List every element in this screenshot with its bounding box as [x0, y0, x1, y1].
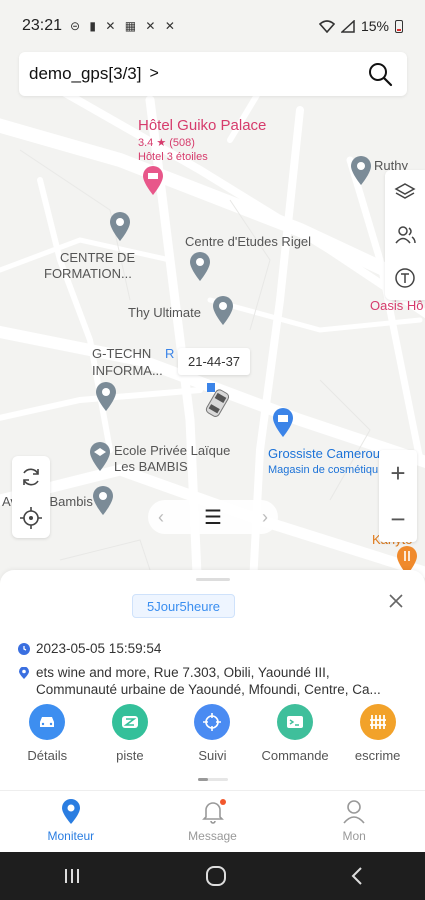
device-chevron[interactable]: > [149, 65, 158, 83]
zoom-in-button[interactable]: + [390, 460, 405, 486]
fence-icon[interactable] [359, 704, 396, 740]
search-icon[interactable] [367, 61, 393, 87]
duration-badge: 5Jour5heure [132, 594, 235, 618]
recent-apps-icon[interactable] [62, 867, 82, 885]
map-handle-bar[interactable]: ‹ ☰ › [148, 500, 278, 534]
map-label-ecole-1: Ecole Privée Laïque [114, 443, 231, 458]
map-label-centre-rigel: Centre d'Etudes Rigel [185, 234, 312, 249]
map-label-grossiste-sub: Magasin de cosmétiqu [268, 464, 379, 476]
hotel-pin-icon[interactable] [142, 166, 164, 196]
tab-monitor[interactable]: Moniteur [0, 791, 142, 852]
close-icon[interactable] [387, 592, 405, 610]
track-label[interactable]: piste [116, 748, 143, 763]
map-label-gtech-1: G-TECHN [92, 346, 152, 361]
track-action[interactable]: piste [90, 704, 170, 763]
battery-percent: 15% [360, 18, 389, 34]
notification-icons: ⊝ ▮ ✕ ▦ ✕ ✕ [70, 19, 178, 33]
traffic-button[interactable] [392, 265, 418, 291]
follow-action[interactable]: Suivi [172, 704, 252, 763]
tab-me[interactable]: Mon [283, 791, 425, 852]
device-search-bar[interactable]: demo_gps[3/3] > [19, 52, 407, 96]
command-action[interactable]: Commande [255, 704, 335, 763]
tab-message[interactable]: Message [142, 791, 284, 852]
map-label-oasis: Oasis Hô [370, 298, 424, 313]
poi-pin-icon[interactable] [95, 382, 117, 412]
map-label-centre-formation-1: CENTRE DE [60, 250, 136, 265]
fence-action[interactable]: escrime [338, 704, 418, 763]
users-button[interactable] [392, 222, 418, 248]
layers-icon [394, 182, 416, 199]
refresh-icon[interactable] [19, 465, 43, 489]
fence-label[interactable]: escrime [355, 748, 401, 763]
clock-icon [18, 643, 30, 655]
map-label-hotel-type: Hôtel 3 étoiles [138, 151, 208, 163]
location-icon [19, 667, 29, 679]
school-pin-icon[interactable] [89, 442, 111, 472]
zoom-out-button[interactable]: − [390, 506, 405, 532]
home-icon[interactable] [205, 865, 227, 887]
tab-message-label[interactable]: Message [188, 829, 237, 843]
action-bar: Détails piste Suivi Commande escrime [0, 704, 425, 763]
map-label-gtech-2: INFORMA... [92, 363, 163, 378]
chevron-right-icon[interactable]: › [262, 507, 268, 528]
status-time: 23:21 [22, 17, 63, 34]
tab-monitor-label[interactable]: Moniteur [47, 829, 94, 843]
sheet-grip[interactable] [196, 578, 230, 581]
poi-pin-icon[interactable] [109, 212, 131, 242]
car-icon[interactable] [29, 704, 66, 740]
poi-pin-icon[interactable] [92, 486, 114, 516]
map-label-ecole-2: Les BAMBIS [114, 459, 188, 474]
bottom-tab-bar: Moniteur Message Mon [0, 790, 425, 852]
users-icon [395, 226, 416, 244]
vehicle-info-sheet: 5Jour5heure 2023-05-05 15:59:54 ets wine… [0, 570, 425, 790]
map-label-centre-formation-2: FORMATION... [44, 266, 132, 281]
device-name[interactable]: demo_gps[3/3] [29, 64, 141, 84]
system-nav-bar [0, 852, 425, 900]
poi-pin-icon[interactable] [189, 252, 211, 282]
zoom-controls: + − [379, 450, 417, 542]
poi-pin-icon[interactable] [212, 296, 234, 326]
vehicle-plate-tag[interactable]: 21-44-37 [178, 348, 251, 375]
wifi-icon [318, 19, 335, 33]
menu-icon[interactable]: ☰ [204, 505, 222, 530]
status-bar: 23:21 ⊝ ▮ ✕ ▦ ✕ ✕ 15% [0, 0, 425, 52]
map-label-grossiste: Grossiste Camerou [268, 446, 380, 461]
map-label-hotel: Hôtel Guiko Palace [138, 117, 267, 134]
details-label[interactable]: Détails [27, 748, 67, 763]
details-action[interactable]: Détails [7, 704, 87, 763]
follow-label[interactable]: Suivi [198, 748, 226, 763]
command-label[interactable]: Commande [261, 748, 328, 763]
address-text: ets wine and more, Rue 7.303, Obili, Yao… [36, 665, 381, 697]
my-location-icon[interactable] [19, 506, 43, 530]
address-row: ets wine and more, Rue 7.303, Obili, Yao… [18, 664, 413, 698]
back-icon[interactable] [350, 866, 364, 886]
signal-icon [340, 19, 355, 33]
notification-dot [219, 799, 226, 805]
map-label-gtech-r: R [165, 346, 175, 361]
vehicle-marker-icon[interactable] [200, 380, 234, 420]
battery-icon [395, 19, 403, 33]
map-tools-panel [385, 170, 425, 300]
map-view[interactable]: Hôtel Guiko Palace 3.4 ★ (508) Hôtel 3 é… [0, 0, 425, 640]
person-icon [343, 800, 365, 824]
layers-button[interactable] [392, 179, 418, 205]
shop-pin-icon[interactable] [272, 408, 294, 438]
terminal-icon[interactable] [277, 704, 314, 740]
tab-me-label[interactable]: Mon [343, 829, 366, 843]
crosshair-icon[interactable] [194, 704, 231, 740]
track-icon[interactable] [111, 704, 148, 740]
location-pin-icon [61, 799, 80, 824]
poi-pin-icon[interactable] [350, 156, 372, 186]
chevron-left-icon[interactable]: ‹ [158, 507, 164, 528]
status-right: 15% [318, 18, 403, 34]
left-map-tools [12, 456, 50, 538]
map-label-thy-ultimate: Thy Ultimate [128, 305, 201, 320]
action-scroll-indicator [198, 778, 228, 781]
last-update-time: 2023-05-05 15:59:54 [36, 641, 162, 656]
datetime-row: 2023-05-05 15:59:54 [18, 640, 161, 657]
traffic-icon [395, 268, 415, 289]
